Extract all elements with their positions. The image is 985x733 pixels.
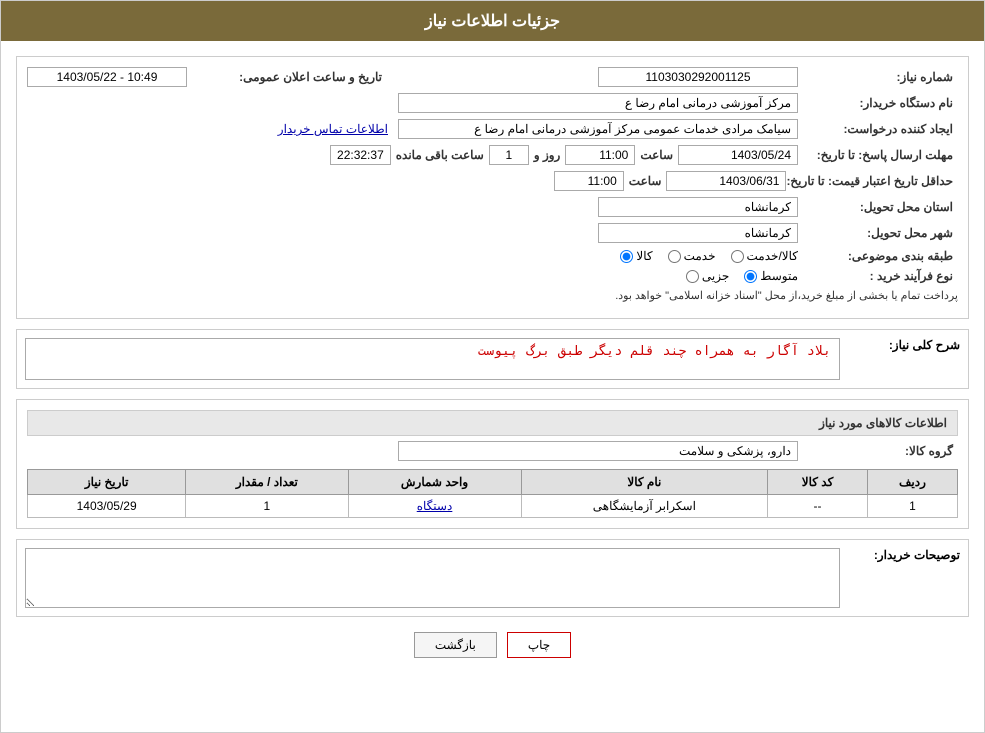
process-type-label: نوع فرآیند خرید : [798, 269, 958, 283]
table-header-row: ردیف کد کالا نام کالا واحد شمارش تعداد /… [28, 470, 958, 495]
commodities-section: اطلاعات کالاهای مورد نیاز گروه کالا: دار… [16, 399, 969, 529]
page-header: جزئیات اطلاعات نیاز [1, 1, 984, 41]
radio-joze-input[interactable] [686, 270, 699, 283]
cell-count: 1 [186, 495, 348, 518]
cell-radif: 1 [867, 495, 957, 518]
radio-kala-input[interactable] [620, 250, 633, 263]
col-name-kala: نام کالا [521, 470, 768, 495]
price-deadline-label: حداقل تاریخ اعتبار قیمت: تا تاریخ: [786, 174, 958, 188]
radio-kala-khedmat-label: کالا/خدمت [747, 249, 798, 263]
province-label: استان محل تحویل: [798, 200, 958, 214]
buyer-notes-textarea[interactable] [25, 548, 840, 608]
summary-label: شرح کلی نیاز: [840, 338, 960, 352]
radio-khedmat[interactable]: خدمت [668, 249, 716, 263]
print-button[interactable]: چاپ [507, 632, 571, 658]
need-number-value: 1103030292001125 [598, 67, 798, 87]
radio-kala-label: کالا [636, 249, 652, 263]
page-title: جزئیات اطلاعات نیاز [425, 13, 560, 30]
summary-textarea[interactable] [25, 338, 840, 380]
process-type-row: نوع فرآیند خرید : متوسط جزیی [27, 269, 958, 283]
response-deadline-row: مهلت ارسال پاسخ: تا تاریخ: 1403/05/24 سا… [27, 145, 958, 165]
radio-joze-label: جزیی [702, 269, 729, 283]
buyer-notes-label: توصیحات خریدار: [840, 548, 960, 562]
summary-section: شرح کلی نیاز: [16, 329, 969, 389]
response-timer-value: 22:32:37 [330, 145, 391, 165]
col-unit: واحد شمارش [348, 470, 521, 495]
commodity-group-value: دارو، پزشکی و سلامت [398, 441, 798, 461]
category-row: طبقه بندی موضوعی: کالا/خدمت خدمت کالا [27, 249, 958, 263]
radio-motavaset-label: متوسط [760, 269, 798, 283]
process-note: پرداخت تمام یا بخشی از مبلغ خرید،از محل … [615, 289, 958, 302]
col-radif: ردیف [867, 470, 957, 495]
cell-unit: دستگاه [348, 495, 521, 518]
contact-link[interactable]: اطلاعات تماس خریدار [278, 122, 388, 136]
province-value: کرمانشاه [598, 197, 798, 217]
radio-joze[interactable]: جزیی [686, 269, 729, 283]
response-time-label: ساعت [640, 148, 673, 162]
need-number-label: شماره نیاز: [798, 70, 958, 84]
response-day-value: 1 [489, 145, 529, 165]
creator-value: سیامک مرادی خدمات عمومی مرکز آموزشی درما… [398, 119, 798, 139]
cell-kod-kala: -- [768, 495, 868, 518]
radio-kala[interactable]: کالا [620, 249, 652, 263]
radio-motavaset[interactable]: متوسط [744, 269, 798, 283]
radio-kala-khedmat[interactable]: کالا/خدمت [731, 249, 798, 263]
table-row: 1 -- اسکرابر آزمایشگاهی دستگاه 1 1403/05… [28, 495, 958, 518]
province-row: استان محل تحویل: کرمانشاه [27, 197, 958, 217]
announcement-date-label: تاریخ و ساعت اعلان عمومی: [187, 70, 387, 84]
cell-name-kala: اسکرابر آزمایشگاهی [521, 495, 768, 518]
city-row: شهر محل تحویل: کرمانشاه [27, 223, 958, 243]
process-note-row: پرداخت تمام یا بخشی از مبلغ خرید،از محل … [27, 289, 958, 302]
price-time-value: 11:00 [554, 171, 624, 191]
radio-motavaset-input[interactable] [744, 270, 757, 283]
buyer-notes-section: توصیحات خریدار: [16, 539, 969, 617]
category-radio-group: کالا/خدمت خدمت کالا [620, 249, 798, 263]
col-kod-kala: کد کالا [768, 470, 868, 495]
city-label: شهر محل تحویل: [798, 226, 958, 240]
category-label: طبقه بندی موضوعی: [798, 249, 958, 263]
commodities-title: اطلاعات کالاهای مورد نیاز [27, 410, 958, 436]
radio-khedmat-label: خدمت [684, 249, 716, 263]
commodity-table: ردیف کد کالا نام کالا واحد شمارش تعداد /… [27, 469, 958, 518]
buyer-org-label: نام دستگاه خریدار: [798, 96, 958, 110]
commodity-group-label: گروه کالا: [798, 444, 958, 458]
response-remaining-label: ساعت باقی مانده [396, 148, 484, 162]
buyer-org-value: مرکز آموزشی درمانی امام رضا ع [398, 93, 798, 113]
price-date-value: 1403/06/31 [666, 171, 786, 191]
col-count: تعداد / مقدار [186, 470, 348, 495]
response-deadline-label: مهلت ارسال پاسخ: تا تاریخ: [798, 148, 958, 162]
creator-label: ایجاد کننده درخواست: [798, 122, 958, 136]
price-deadline-row: حداقل تاریخ اعتبار قیمت: تا تاریخ: 1403/… [27, 171, 958, 191]
radio-kala-khedmat-input[interactable] [731, 250, 744, 263]
price-time-label: ساعت [629, 174, 662, 188]
need-number-row: شماره نیاز: 1103030292001125 تاریخ و ساع… [27, 67, 958, 87]
back-button[interactable]: بازگشت [414, 632, 497, 658]
radio-khedmat-input[interactable] [668, 250, 681, 263]
buyer-org-row: نام دستگاه خریدار: مرکز آموزشی درمانی ام… [27, 93, 958, 113]
process-radio-group: متوسط جزیی [686, 269, 798, 283]
response-day-label: روز و [534, 148, 561, 162]
announcement-date-value: 1403/05/22 - 10:49 [27, 67, 187, 87]
response-date-value: 1403/05/24 [678, 145, 798, 165]
col-date: تاریخ نیاز [28, 470, 186, 495]
commodity-group-row: گروه کالا: دارو، پزشکی و سلامت [27, 441, 958, 461]
footer-buttons: چاپ بازگشت [16, 632, 969, 673]
response-time-value: 11:00 [565, 145, 635, 165]
main-info-section: شماره نیاز: 1103030292001125 تاریخ و ساع… [16, 56, 969, 319]
cell-date: 1403/05/29 [28, 495, 186, 518]
city-value: کرمانشاه [598, 223, 798, 243]
creator-row: ایجاد کننده درخواست: سیامک مرادی خدمات ع… [27, 119, 958, 139]
